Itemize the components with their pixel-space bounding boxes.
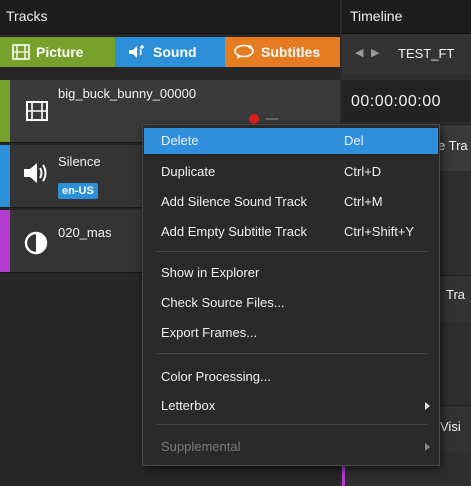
track-color-stripe [0, 80, 10, 142]
menu-item-label: Check Source Files... [161, 295, 285, 310]
track-name: Silence [58, 154, 101, 169]
composition-name: TEST_FT [398, 46, 455, 61]
menu-item-add-silence-sound-track[interactable]: Add Silence Sound Track Ctrl+M [144, 189, 438, 215]
menu-icon [266, 118, 278, 120]
track-name: big_buck_bunny_00000 [58, 86, 197, 101]
speaker-plus-icon [127, 44, 147, 60]
menu-separator [157, 424, 427, 425]
menu-item-label: Delete [161, 133, 199, 148]
speech-bubble-icon [233, 44, 255, 60]
submenu-arrow-icon [425, 443, 430, 451]
language-badge: en-US [58, 183, 98, 199]
menu-item-letterbox[interactable]: Letterbox [144, 393, 438, 419]
tab-sound-label: Sound [153, 44, 197, 60]
menu-item-color-processing[interactable]: Color Processing... [144, 364, 438, 390]
menu-item-label: Add Empty Subtitle Track [161, 224, 307, 239]
menu-item-shortcut: Del [344, 133, 364, 148]
menu-item-label: Color Processing... [161, 369, 271, 384]
submenu-arrow-icon [425, 402, 430, 410]
track-color-stripe [0, 145, 10, 207]
tab-picture-label: Picture [36, 44, 84, 60]
error-indicator-icon [249, 114, 259, 124]
tracks-panel-header: Tracks [0, 0, 340, 34]
track-color-stripe [0, 210, 10, 272]
timeline-panel-title: Timeline [350, 8, 403, 24]
tracks-panel-title: Tracks [6, 8, 48, 24]
menu-item-export-frames[interactable]: Export Frames... [144, 320, 438, 346]
menu-item-label: Supplemental [161, 439, 241, 454]
menu-separator [157, 353, 427, 354]
menu-item-add-empty-subtitle-track[interactable]: Add Empty Subtitle Track Ctrl+Shift+Y [144, 219, 438, 245]
timecode: 00:00:00:00 [351, 93, 442, 110]
contrast-icon [24, 231, 48, 260]
menu-item-check-source-files[interactable]: Check Source Files... [144, 290, 438, 316]
menu-item-label: Export Frames... [161, 325, 258, 340]
add-subtitle-track-button[interactable]: Subtitles [225, 37, 340, 67]
track-context-menu: Delete Del Duplicate Ctrl+D Add Silence … [142, 124, 440, 466]
add-picture-track-button[interactable]: Picture [0, 37, 115, 67]
menu-item-supplemental: Supplemental [144, 434, 438, 460]
menu-item-shortcut: Ctrl+D [344, 164, 382, 179]
timeline-row-label: Visi [440, 419, 461, 434]
menu-item-label: Add Silence Sound Track [161, 194, 307, 209]
menu-item-label: Show in Explorer [161, 265, 260, 280]
chevron-right-icon[interactable]: ▶ [371, 46, 379, 59]
menu-item-show-in-explorer[interactable]: Show in Explorer [144, 260, 438, 286]
menu-item-label: Duplicate [161, 164, 216, 179]
menu-item-duplicate[interactable]: Duplicate Ctrl+D [144, 159, 438, 185]
timecode-display: 00:00:00:00 [342, 80, 471, 122]
track-name: 020_mas [58, 225, 112, 240]
menu-separator [157, 251, 427, 252]
picture-track-icon [12, 44, 30, 60]
tab-subtitles-label: Subtitles [261, 44, 321, 60]
menu-item-shortcut: Ctrl+M [344, 194, 383, 209]
film-icon [26, 100, 48, 127]
timeline-row-label: Tra [446, 287, 466, 302]
menu-item-delete[interactable]: Delete Del [144, 128, 438, 154]
chevron-left-icon[interactable]: ◀ [355, 46, 363, 59]
timeline-panel-header: Timeline [342, 0, 471, 34]
add-sound-track-button[interactable]: Sound [115, 37, 225, 67]
menu-item-shortcut: Ctrl+Shift+Y [344, 224, 415, 239]
menu-item-label: Letterbox [161, 398, 216, 413]
timeline-row-label: e Tra [438, 138, 468, 153]
composition-nav-bar: ◀ ▶ TEST_FT [342, 34, 471, 74]
speaker-icon [22, 161, 50, 190]
